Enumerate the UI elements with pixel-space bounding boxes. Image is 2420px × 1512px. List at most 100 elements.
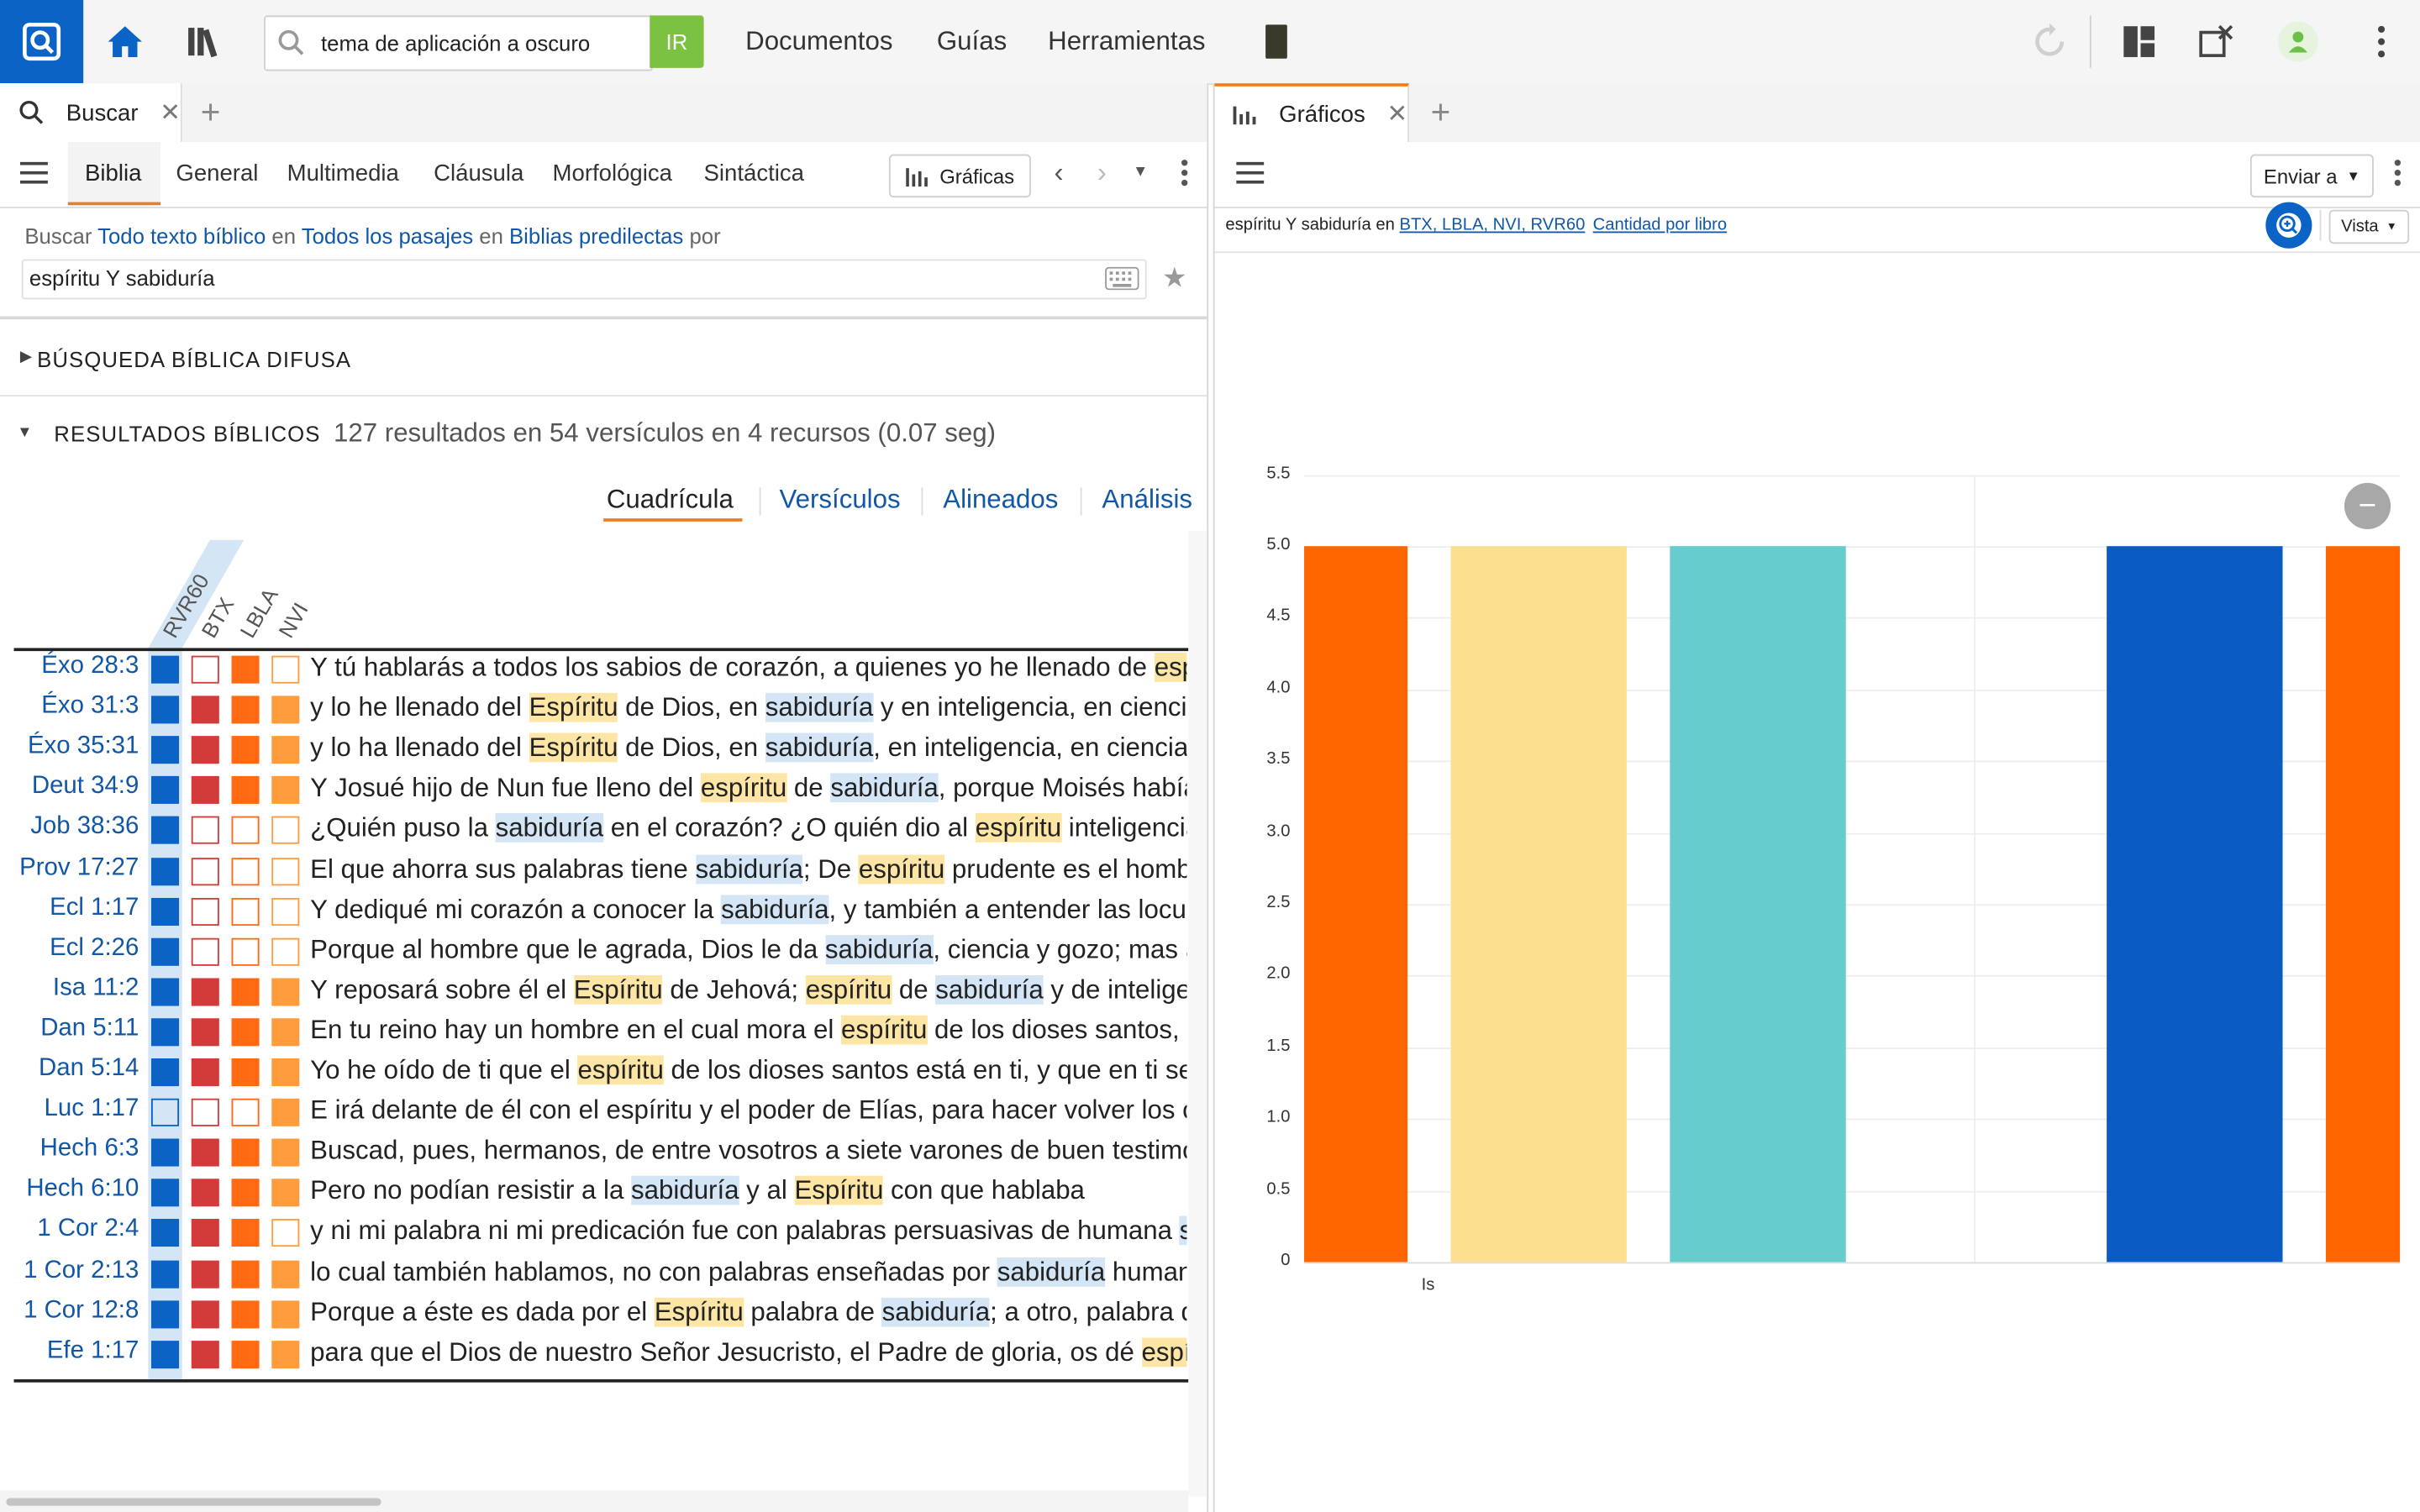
- search-hit[interactable]: sabiduría: [830, 773, 939, 803]
- user-avatar[interactable]: [2278, 21, 2318, 62]
- sync-icon[interactable]: [2027, 18, 2073, 65]
- hit-cell-nvi[interactable]: [271, 897, 300, 926]
- hit-cell-rvr60[interactable]: [150, 978, 180, 1006]
- hit-cell-nvi[interactable]: [271, 1219, 300, 1247]
- close-tab-icon[interactable]: ✕: [160, 97, 181, 129]
- hit-cell-rvr60[interactable]: [150, 816, 180, 845]
- search-input[interactable]: [318, 17, 649, 70]
- chart-bar[interactable]: [1670, 546, 1846, 1263]
- hit-cell-rvr60[interactable]: [150, 1299, 180, 1328]
- table-row[interactable]: Ecl 2:26 Porque al hombre que le agrada, …: [0, 932, 1188, 972]
- hit-cell-nvi[interactable]: [271, 696, 300, 724]
- hit-cell-lbla[interactable]: [231, 1138, 260, 1167]
- new-tab-icon[interactable]: +: [201, 92, 221, 133]
- search-hit[interactable]: espíritu: [1141, 1336, 1187, 1367]
- tab-graficos[interactable]: Gráficos ✕: [1214, 83, 1409, 142]
- verse-reference-link[interactable]: Ecl 1:17: [0, 895, 139, 922]
- graficas-button[interactable]: Gráficas: [888, 154, 1031, 198]
- hit-cell-btx[interactable]: [191, 1018, 219, 1047]
- hit-cell-btx[interactable]: [191, 1259, 219, 1288]
- hit-cell-nvi[interactable]: [271, 816, 300, 845]
- hit-cell-nvi[interactable]: [271, 1098, 300, 1126]
- panel-more-icon[interactable]: [2394, 159, 2402, 194]
- hit-cell-nvi[interactable]: [271, 1340, 300, 1368]
- close-tab-icon[interactable]: ✕: [1386, 99, 1407, 130]
- zoom-button[interactable]: [2265, 202, 2312, 249]
- subtab-biblia[interactable]: Biblia: [85, 160, 141, 186]
- hit-cell-btx[interactable]: [191, 776, 219, 805]
- back-icon[interactable]: ‹: [1054, 157, 1063, 190]
- hit-cell-btx[interactable]: [191, 857, 219, 885]
- hit-cell-lbla[interactable]: [231, 1299, 260, 1328]
- table-row[interactable]: 1 Cor 2:4 y ni mi palabra ni mi predicaci…: [0, 1213, 1188, 1253]
- more-menu-icon[interactable]: [2359, 18, 2405, 65]
- history-dropdown-icon[interactable]: ▼: [1133, 164, 1148, 181]
- forward-icon[interactable]: ›: [1097, 157, 1107, 190]
- table-row[interactable]: Hech 6:3 Buscad, pues, hermanos, de entre…: [0, 1133, 1188, 1173]
- hit-cell-lbla[interactable]: [231, 1179, 260, 1207]
- search-hit[interactable]: sabiduría: [695, 853, 803, 884]
- panel-more-icon[interactable]: [1181, 159, 1188, 194]
- scope-passages-link[interactable]: Todos los pasajes: [302, 223, 473, 248]
- table-row[interactable]: Éxo 28:3 Y tú hablarás a todos los sabios…: [0, 649, 1188, 690]
- table-row[interactable]: Isa 11:2 Y reposará sobre él el Espíritu …: [0, 972, 1188, 1012]
- hit-cell-nvi[interactable]: [271, 776, 300, 805]
- search-hit[interactable]: sabiduría: [765, 732, 874, 763]
- nav-herramientas[interactable]: Herramientas: [1048, 26, 1205, 57]
- hit-cell-nvi[interactable]: [271, 857, 300, 885]
- hit-cell-btx[interactable]: [191, 736, 219, 764]
- subtab-multimedia[interactable]: Multimedia: [287, 160, 399, 186]
- table-row[interactable]: Dan 5:14 Yo he oído de ti que el espíritu…: [0, 1053, 1188, 1093]
- table-row[interactable]: 1 Cor 2:13 lo cual también hablamos, no c…: [0, 1253, 1188, 1294]
- search-hit[interactable]: Espíritu: [573, 974, 663, 1005]
- tab-buscar[interactable]: Buscar ✕: [0, 83, 182, 142]
- hit-cell-lbla[interactable]: [231, 1219, 260, 1247]
- view-tab-alineados[interactable]: Alineados: [943, 485, 1058, 516]
- hit-cell-rvr60[interactable]: [150, 736, 180, 764]
- verse-reference-link[interactable]: Luc 1:17: [0, 1095, 139, 1123]
- hit-cell-rvr60[interactable]: [150, 937, 180, 966]
- table-row[interactable]: Ecl 1:17 Y dediqué mi corazón a conocer l…: [0, 891, 1188, 932]
- hit-cell-btx[interactable]: [191, 655, 219, 684]
- view-tab-cuadricula[interactable]: Cuadrícula: [607, 485, 734, 516]
- search-hit[interactable]: espíritu: [975, 813, 1061, 843]
- hit-cell-rvr60[interactable]: [150, 1340, 180, 1368]
- search-hit[interactable]: espíritu: [1154, 652, 1187, 682]
- verse-reference-link[interactable]: Ecl 2:26: [0, 934, 139, 962]
- fuzzy-section-title[interactable]: BÚSQUEDA BÍBLICA DIFUSA: [37, 347, 351, 371]
- horizontal-scrollbar-track[interactable]: [0, 1490, 1189, 1512]
- close-panels-icon[interactable]: [2193, 18, 2239, 65]
- layouts-icon[interactable]: [2116, 18, 2162, 65]
- search-hit[interactable]: espíritu: [840, 1015, 928, 1044]
- scope-bibles-link[interactable]: Biblias predilectas: [509, 223, 683, 248]
- search-hit[interactable]: sabiduría: [882, 1296, 991, 1326]
- verse-reference-link[interactable]: Éxo 31:3: [0, 693, 139, 721]
- hit-cell-rvr60[interactable]: [150, 1259, 180, 1288]
- verse-reference-link[interactable]: Isa 11:2: [0, 974, 139, 1002]
- verse-reference-link[interactable]: Job 38:36: [0, 814, 139, 842]
- hit-cell-btx[interactable]: [191, 897, 219, 926]
- verse-reference-link[interactable]: 1 Cor 2:13: [0, 1257, 139, 1284]
- hit-cell-btx[interactable]: [191, 1058, 219, 1087]
- view-tab-versiculos[interactable]: Versículos: [780, 485, 901, 516]
- book-icon[interactable]: [1265, 24, 1287, 59]
- search-hit[interactable]: sabiduría: [824, 934, 934, 963]
- hit-cell-lbla[interactable]: [231, 1098, 260, 1126]
- nav-guias[interactable]: Guías: [937, 26, 1007, 57]
- hit-cell-btx[interactable]: [191, 1340, 219, 1368]
- hit-cell-lbla[interactable]: [231, 978, 260, 1006]
- hit-cell-nvi[interactable]: [271, 1058, 300, 1087]
- verse-reference-link[interactable]: Hech 6:3: [0, 1136, 139, 1163]
- subtab-sintactica[interactable]: Sintáctica: [704, 160, 804, 186]
- verse-reference-link[interactable]: Efe 1:17: [0, 1337, 139, 1365]
- hit-cell-lbla[interactable]: [231, 1259, 260, 1288]
- verse-reference-link[interactable]: 1 Cor 2:4: [0, 1216, 139, 1244]
- search-hit[interactable]: espíritu: [858, 853, 945, 884]
- hit-cell-nvi[interactable]: [271, 937, 300, 966]
- hit-cell-btx[interactable]: [191, 1138, 219, 1167]
- hit-cell-rvr60[interactable]: [150, 1179, 180, 1207]
- hit-cell-rvr60[interactable]: [150, 1138, 180, 1167]
- collapse-circle-icon[interactable]: −: [2344, 482, 2391, 529]
- table-row[interactable]: Dan 5:11 En tu reino hay un hombre en el …: [0, 1012, 1188, 1053]
- library-icon[interactable]: [182, 18, 229, 65]
